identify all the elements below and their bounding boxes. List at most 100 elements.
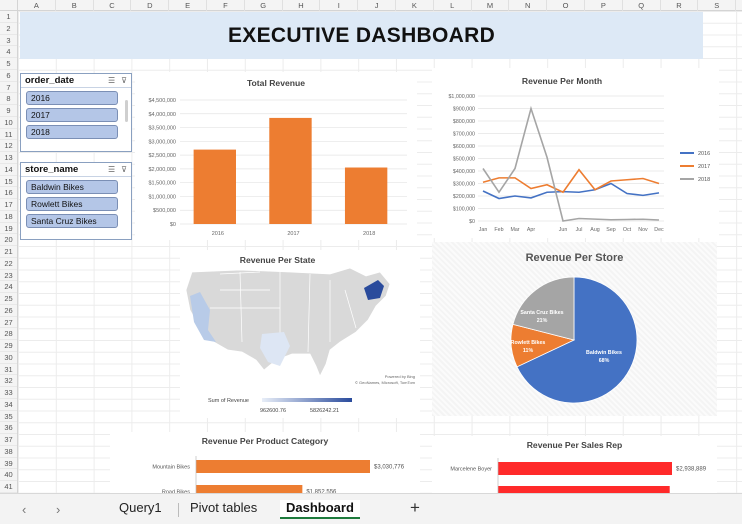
row-header[interactable]: 34	[0, 399, 17, 411]
row-header[interactable]: 3	[0, 35, 17, 47]
revenue-per-state-map[interactable]: Revenue Per State Powered by Bing © GeoN…	[180, 250, 420, 418]
bar[interactable]	[498, 462, 672, 475]
tab-pivot-tables[interactable]: Pivot tables	[184, 500, 263, 515]
row-header[interactable]: 1	[0, 11, 17, 23]
column-header[interactable]: B	[56, 0, 94, 11]
row-header[interactable]: 8	[0, 93, 17, 105]
column-header[interactable]: N	[509, 0, 548, 11]
slicer-item-2016[interactable]: 2016	[26, 91, 118, 105]
column-header[interactable]: L	[434, 0, 472, 11]
row-header[interactable]: 27	[0, 317, 17, 329]
add-sheet-button[interactable]: +	[410, 498, 420, 518]
scroll-right-icon[interactable]: ›	[56, 502, 60, 517]
clear-filter-icon[interactable]: ⊽	[121, 76, 127, 85]
row-header[interactable]: 16	[0, 187, 17, 199]
series-line-2017[interactable]	[482, 168, 660, 194]
column-header[interactable]: A	[18, 0, 56, 11]
y-tick-label: $400,000	[453, 169, 475, 175]
row-header[interactable]: 24	[0, 281, 17, 293]
row-header[interactable]: 22	[0, 258, 17, 270]
revenue-per-store-chart[interactable]: Revenue Per Store Baldwin Bikes 68% Rowlet…	[432, 242, 717, 416]
column-header[interactable]: C	[94, 0, 132, 11]
tab-query1[interactable]: Query1	[113, 500, 168, 515]
slice-label: Santa Cruz Bikes	[520, 310, 563, 316]
row-header[interactable]: 38	[0, 446, 17, 458]
row-header[interactable]: 31	[0, 364, 17, 376]
tab-dashboard[interactable]: Dashboard	[280, 500, 360, 519]
slicer-item-santa-cruz[interactable]: Santa Cruz Bikes	[26, 214, 118, 228]
multi-select-icon[interactable]: ☰	[108, 76, 115, 85]
bar[interactable]	[344, 167, 388, 224]
row-header[interactable]: 32	[0, 375, 17, 387]
bar[interactable]	[196, 485, 303, 498]
row-header[interactable]: 2	[0, 23, 17, 35]
bar[interactable]	[193, 149, 236, 224]
row-header[interactable]: 29	[0, 340, 17, 352]
row-header[interactable]: 37	[0, 434, 17, 446]
column-header[interactable]: Q	[623, 0, 661, 11]
slicer-item-2017[interactable]: 2017	[26, 108, 118, 122]
column-header[interactable]: P	[585, 0, 623, 11]
row-header[interactable]: 28	[0, 328, 17, 340]
row-header[interactable]: 12	[0, 140, 17, 152]
legend-label: 2018	[698, 177, 710, 183]
column-header[interactable]: G	[245, 0, 283, 11]
column-header[interactable]: M	[472, 0, 510, 11]
clear-filter-icon[interactable]: ⊽	[121, 165, 127, 174]
row-header[interactable]: 41	[0, 481, 17, 493]
row-header[interactable]: 19	[0, 223, 17, 235]
series-line-2018[interactable]	[482, 105, 660, 222]
column-header[interactable]: F	[207, 0, 245, 11]
column-header[interactable]: E	[169, 0, 207, 11]
row-header[interactable]: 6	[0, 70, 17, 82]
order-date-slicer[interactable]: order_date ☰ ⊽ 2016 2017 2018	[20, 73, 132, 152]
total-revenue-chart[interactable]: Total Revenue $4,500,000 $4,000,000 $3,500…	[135, 72, 417, 240]
slicer-item-2018[interactable]: 2018	[26, 125, 118, 139]
column-header[interactable]: K	[396, 0, 434, 11]
slicer-item-baldwin[interactable]: Baldwin Bikes	[26, 180, 118, 194]
row-header[interactable]: 14	[0, 164, 17, 176]
row-header[interactable]: 15	[0, 176, 17, 188]
store-name-slicer[interactable]: store_name ☰ ⊽ Baldwin Bikes Rowlett Bike…	[20, 162, 132, 240]
row-header[interactable]: 18	[0, 211, 17, 223]
column-header[interactable]: J	[358, 0, 396, 11]
bar[interactable]	[196, 460, 370, 473]
row-header[interactable]: 10	[0, 117, 17, 129]
column-header[interactable]: O	[547, 0, 585, 11]
row-header[interactable]: 26	[0, 305, 17, 317]
column-header[interactable]: I	[320, 0, 359, 11]
slicer-item-rowlett[interactable]: Rowlett Bikes	[26, 197, 118, 211]
row-header[interactable]: 36	[0, 422, 17, 434]
row-header[interactable]: 9	[0, 105, 17, 117]
select-all-corner[interactable]	[0, 0, 18, 11]
bar[interactable]	[269, 117, 312, 224]
column-header[interactable]: S	[698, 0, 737, 11]
row-header[interactable]: 17	[0, 199, 17, 211]
row-header[interactable]: 23	[0, 270, 17, 282]
row-header[interactable]: 25	[0, 293, 17, 305]
revenue-per-month-chart[interactable]: Revenue Per Month $1,000,000 $900,000 $800…	[432, 68, 719, 238]
row-header[interactable]: 33	[0, 387, 17, 399]
row-header[interactable]: 35	[0, 411, 17, 423]
row-header[interactable]: 40	[0, 469, 17, 481]
row-header[interactable]: 21	[0, 246, 17, 258]
revenue-per-sales-rep-chart[interactable]: Revenue Per Sales Rep Marcelene Boyer $2,…	[432, 436, 717, 499]
revenue-per-category-chart[interactable]: Revenue Per Product Category Mountain Bi…	[110, 432, 420, 498]
row-header[interactable]: 7	[0, 82, 17, 94]
row-header[interactable]: 4	[0, 46, 17, 58]
row-header[interactable]: 20	[0, 234, 17, 246]
bar[interactable]	[498, 486, 670, 499]
multi-select-icon[interactable]: ☰	[108, 165, 115, 174]
y-tick-label: $0	[170, 222, 176, 228]
scroll-left-icon[interactable]: ‹	[22, 502, 26, 517]
row-header[interactable]: 5	[0, 58, 17, 70]
row-header[interactable]: 39	[0, 458, 17, 470]
slicer-scrollbar[interactable]	[125, 100, 128, 122]
row-header[interactable]: 11	[0, 129, 17, 141]
row-header[interactable]: 30	[0, 352, 17, 364]
column-header[interactable]: R	[661, 0, 699, 11]
row-header[interactable]: 13	[0, 152, 17, 164]
slice-label: Baldwin Bikes	[586, 350, 622, 356]
column-header[interactable]: H	[283, 0, 321, 11]
column-header[interactable]: D	[131, 0, 170, 11]
